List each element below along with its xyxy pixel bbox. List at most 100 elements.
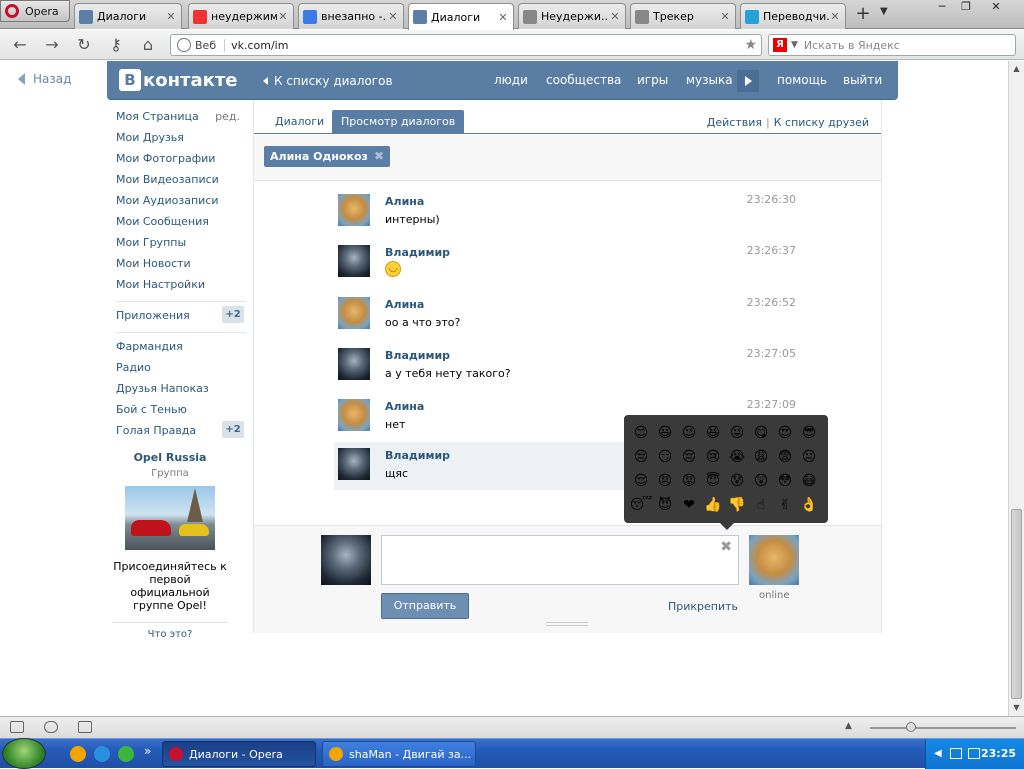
emoji-option[interactable]: 😭 [725, 445, 749, 469]
close-tab-icon[interactable]: ✕ [277, 10, 289, 23]
taskbar-task[interactable]: shaMan - Двигай за... [322, 741, 476, 767]
message-avatar[interactable] [338, 399, 370, 431]
restore-button[interactable]: ❐ [954, 0, 978, 16]
emoji-option[interactable]: 😏 [653, 445, 677, 469]
peer-chip[interactable]: Алина Однокоз ✖ [264, 146, 390, 167]
home-icon[interactable]: ⌂ [138, 35, 158, 55]
network-icon[interactable] [950, 748, 962, 759]
group-image[interactable] [125, 486, 215, 550]
ie-icon[interactable] [94, 746, 110, 762]
reload-icon[interactable]: ↻ [74, 35, 94, 55]
left-menu-item[interactable]: Мои Фотографии [116, 151, 248, 172]
address-url[interactable]: vk.com/im [231, 39, 744, 52]
close-tab-icon[interactable]: ✕ [497, 11, 509, 24]
search-field[interactable]: Я ▼ Искать в Яндекс [768, 34, 1016, 56]
left-menu-app[interactable]: Фармандия [116, 339, 248, 360]
emoji-option[interactable]: 😊 [629, 421, 653, 445]
remove-peer-icon[interactable]: ✖ [374, 149, 384, 163]
bookmark-star-icon[interactable]: ★ [744, 37, 761, 53]
app-badge[interactable]: +2 [222, 421, 244, 438]
message-row[interactable]: Владимир ◡ 23:26:37 [334, 239, 796, 287]
emoji-option[interactable]: 😃 [653, 421, 677, 445]
close-tab-icon[interactable]: ✕ [719, 10, 731, 23]
peer-avatar[interactable] [749, 535, 799, 585]
close-tab-icon[interactable]: ✕ [387, 10, 399, 23]
scroll-down-icon[interactable]: ▼ [1009, 700, 1024, 716]
back-link[interactable]: Назад [18, 72, 71, 86]
emoji-option[interactable]: 😴 [629, 493, 653, 517]
back-to-dialogs-link[interactable]: К списку диалогов [263, 74, 393, 88]
emoji-option[interactable]: 😇 [701, 469, 725, 493]
emoji-option[interactable]: 😎 [797, 421, 821, 445]
emoji-option[interactable]: 😢 [701, 445, 725, 469]
left-menu-item[interactable]: Моя Страница ред. [116, 109, 248, 130]
tab-dialogs[interactable]: Диалоги [266, 110, 333, 134]
what-is-this-link[interactable]: Что это? [112, 629, 228, 640]
close-tab-icon[interactable]: ✕ [165, 10, 177, 23]
quicklaunch-more-icon[interactable]: » [144, 744, 160, 760]
close-tab-icon[interactable]: ✕ [829, 10, 841, 23]
group-text[interactable]: Присоединяйтесь к первой официальной гру… [112, 560, 228, 612]
emoji-option[interactable]: 😨 [773, 445, 797, 469]
browser-tab[interactable]: Трекер ✕ [630, 3, 736, 29]
attach-link[interactable]: Прикрепить [668, 600, 738, 613]
browser-tab[interactable]: неудержим...✕ [188, 3, 294, 29]
address-bar[interactable]: Веб vk.com/im ★ [170, 34, 762, 56]
nav-help[interactable]: помощь [777, 73, 827, 87]
zoom-triangle-icon[interactable]: ▲ [845, 721, 852, 731]
message-input[interactable]: ✖ [381, 535, 739, 585]
message-avatar[interactable] [338, 348, 370, 380]
aimp-icon[interactable] [70, 746, 86, 762]
nav-more-arrow-icon[interactable] [737, 70, 759, 92]
send-button[interactable]: Отправить [381, 593, 469, 619]
zoom-knob[interactable] [906, 722, 916, 732]
scroll-up-icon[interactable]: ▲ [1009, 61, 1024, 77]
browser-tab[interactable]: Диалоги ✕ [74, 3, 182, 29]
emoji-option[interactable]: ❤ [677, 493, 701, 517]
new-tab-button[interactable]: + [852, 4, 874, 26]
emoji-option[interactable]: 😌 [629, 469, 653, 493]
key-icon[interactable]: ⚷ [106, 35, 126, 55]
forward-arrow-icon[interactable]: → [42, 35, 62, 55]
emoji-option[interactable]: 😔 [677, 445, 701, 469]
tab-menu-button[interactable]: ▼ [880, 6, 888, 17]
panel-toggle-icon[interactable] [10, 721, 24, 733]
actions-link[interactable]: Действия [707, 116, 762, 129]
emoji-option[interactable]: 👌 [797, 493, 821, 517]
message-author[interactable]: Владимир [385, 349, 450, 362]
browser-tab[interactable]: Диалоги ✕ [408, 3, 514, 30]
emoji-option[interactable]: 😆 [701, 421, 725, 445]
network2-icon[interactable] [968, 748, 980, 759]
page-scrollbar[interactable]: ▲ ▼ [1008, 61, 1024, 716]
left-menu-item[interactable]: Мои Аудиозаписи [116, 193, 248, 214]
left-menu-item[interactable]: Мои Новости [116, 256, 248, 277]
browser-tab[interactable]: внезапно -... ✕ [298, 3, 404, 29]
browser-tab[interactable]: Переводчи...✕ [740, 3, 846, 29]
emoji-option[interactable]: 😰 [725, 469, 749, 493]
message-row[interactable]: Владимир а у тебя нету такого? 23:27:05 [334, 342, 796, 390]
back-arrow-icon[interactable]: ← [10, 35, 30, 55]
search-engine-dropdown-icon[interactable]: ▼ [791, 40, 798, 50]
left-menu-item[interactable]: Мои Группы [116, 235, 248, 256]
message-avatar[interactable] [338, 448, 370, 480]
emoji-option[interactable]: 😡 [677, 469, 701, 493]
emoji-option[interactable]: 😜 [725, 421, 749, 445]
left-menu-item[interactable]: Мои Видеозаписи [116, 172, 248, 193]
message-row[interactable]: Алина оо а что это? 23:26:52 [334, 291, 796, 339]
browser-tab[interactable]: Неудержи... ✕ [518, 3, 626, 29]
emoji-option[interactable]: 😲 [749, 469, 773, 493]
message-author[interactable]: Владимир [385, 246, 450, 259]
message-author[interactable]: Алина [385, 195, 424, 208]
emoji-option[interactable]: 😠 [653, 469, 677, 493]
left-menu-item[interactable]: Мои Сообщения [116, 214, 248, 235]
my-avatar[interactable] [321, 535, 371, 585]
nav-logout[interactable]: выйти [843, 73, 882, 87]
nav-games[interactable]: игры [637, 73, 668, 87]
scroll-thumb[interactable] [1011, 509, 1022, 699]
resize-grip-icon[interactable] [546, 622, 588, 626]
tab-view-dialogs[interactable]: Просмотр диалогов [332, 110, 465, 134]
message-row[interactable]: Алина интерны) 23:26:30 [334, 188, 796, 236]
left-menu-app[interactable]: Радио [116, 360, 248, 381]
left-menu-app[interactable]: Бой с Тенью [116, 402, 248, 423]
nav-communities[interactable]: сообщества [546, 73, 621, 87]
